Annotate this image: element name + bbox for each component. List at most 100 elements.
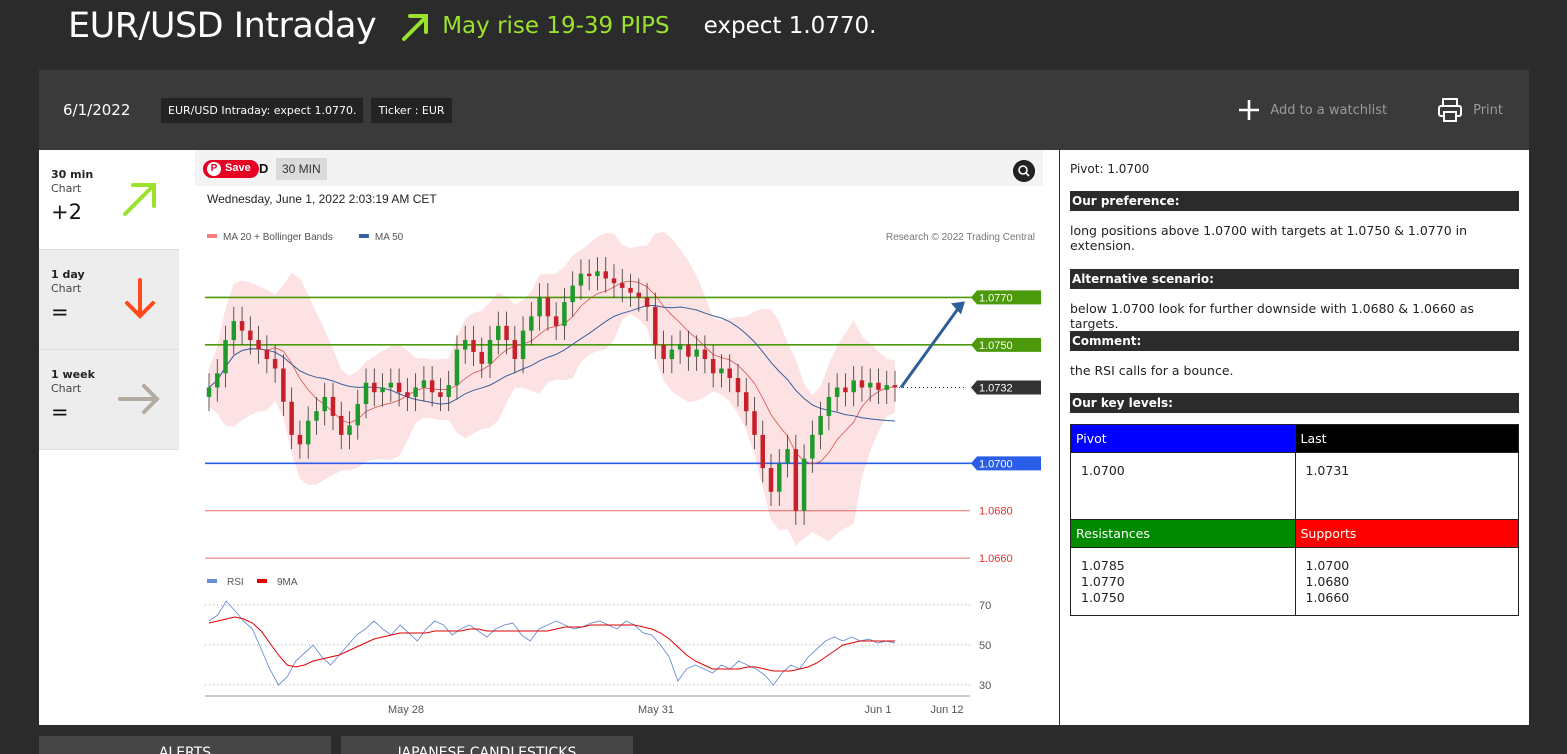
candle-body bbox=[760, 434, 766, 469]
candle-body bbox=[496, 325, 501, 341]
expect-target: expect 1.0770. bbox=[703, 13, 877, 39]
pivot-header: Pivot bbox=[1071, 425, 1295, 452]
candle-body bbox=[578, 273, 584, 286]
printer-icon bbox=[1438, 98, 1463, 122]
candle-body bbox=[256, 340, 261, 350]
candle-body bbox=[363, 382, 369, 405]
print-button[interactable]: Print bbox=[1437, 97, 1503, 123]
candle-body bbox=[768, 468, 774, 492]
sidebar-item-1day[interactable]: 1 day Chart = bbox=[39, 250, 179, 350]
candle-body bbox=[785, 449, 790, 464]
x-tick-label: May 31 bbox=[638, 704, 674, 716]
candle-body bbox=[504, 325, 509, 341]
candle-body bbox=[272, 359, 278, 369]
candle-body bbox=[661, 344, 666, 360]
chart-panel: P Save D 30 MIN Wednesday, June 1, 2022 … bbox=[179, 150, 1059, 725]
tab-alerts[interactable]: ALERTS bbox=[39, 736, 331, 754]
candle-body bbox=[628, 287, 633, 293]
candle-body bbox=[438, 392, 443, 397]
candle-body bbox=[471, 340, 476, 352]
page-title: EUR/USD Intraday bbox=[68, 6, 377, 46]
candle-body bbox=[677, 344, 683, 350]
level-label: 1.0770 bbox=[979, 292, 1013, 304]
supports-list: 1.0700 1.0680 1.0660 bbox=[1294, 547, 1518, 615]
comment-text: the RSI calls for a bounce. bbox=[1070, 363, 1234, 378]
chart-area: P Save D 30 MIN Wednesday, June 1, 2022 … bbox=[195, 150, 1043, 725]
candle-body bbox=[305, 420, 311, 445]
support-value: 1.0700 bbox=[1305, 558, 1350, 573]
analysis-panel: Pivot: 1.0700 Our preference: long posit… bbox=[1060, 150, 1529, 725]
candle-body bbox=[487, 340, 493, 364]
candle-body bbox=[851, 380, 856, 393]
score-value: = bbox=[51, 400, 69, 424]
level-label: 1.0700 bbox=[979, 458, 1013, 470]
arrow-right-icon bbox=[118, 384, 160, 414]
candle-body bbox=[429, 380, 435, 393]
candle-body bbox=[553, 316, 559, 326]
ticker-tag: Ticker : EUR bbox=[371, 97, 452, 123]
legend-swatch bbox=[207, 234, 217, 238]
sidebar-item-1week[interactable]: 1 week Chart = bbox=[39, 350, 179, 450]
candle-body bbox=[231, 321, 237, 341]
target-arrowhead bbox=[951, 301, 965, 315]
rsi-tick-label: 70 bbox=[979, 600, 991, 612]
resistances-header: Resistances bbox=[1071, 520, 1295, 547]
candle-body bbox=[529, 316, 534, 331]
candle-body bbox=[479, 351, 484, 364]
candle-body bbox=[264, 349, 270, 360]
candle-body bbox=[537, 297, 542, 317]
legend-entry: MA 20 + Bollinger Bands bbox=[223, 232, 333, 243]
bollinger-band bbox=[209, 231, 895, 546]
score-value: = bbox=[51, 300, 69, 324]
resistance-value: 1.0750 bbox=[1081, 590, 1125, 605]
legend-swatch bbox=[358, 234, 369, 238]
chart-label: Chart bbox=[51, 382, 82, 395]
plus-icon bbox=[1239, 100, 1260, 120]
candle-body bbox=[380, 387, 385, 393]
candle-body bbox=[793, 449, 799, 511]
period-label: 1 week bbox=[51, 368, 95, 381]
candle-body bbox=[727, 368, 732, 378]
candle-body bbox=[826, 396, 832, 416]
watchlist-label: Add to a watchlist bbox=[1270, 102, 1388, 118]
candle-body bbox=[843, 387, 848, 393]
candle-body bbox=[215, 373, 220, 388]
candle-body bbox=[620, 283, 625, 288]
legend-entry: MA 50 bbox=[375, 232, 404, 243]
candle-body bbox=[396, 382, 402, 393]
publish-date: 6/1/2022 bbox=[63, 101, 131, 119]
tab-japanese-candlesticks[interactable]: JAPANESE CANDLESTICKS bbox=[341, 736, 633, 754]
candle-body bbox=[702, 349, 708, 360]
target-arrow bbox=[899, 306, 961, 389]
comment-title: Comment: bbox=[1070, 331, 1519, 351]
supports-header: Supports bbox=[1294, 520, 1518, 547]
arrow-up-right-icon bbox=[123, 183, 156, 216]
candle-body bbox=[611, 278, 617, 284]
candle-body bbox=[281, 368, 286, 402]
candle-body bbox=[586, 273, 592, 277]
candle-body bbox=[289, 401, 294, 435]
add-to-watchlist-button[interactable]: Add to a watchlist bbox=[1238, 99, 1387, 121]
period-label: 30 min bbox=[51, 168, 94, 181]
support-value: 1.0660 bbox=[1305, 590, 1350, 605]
candle-body bbox=[719, 368, 724, 374]
candle-body bbox=[801, 458, 807, 511]
candle-body bbox=[347, 425, 352, 435]
rsi-line bbox=[208, 600, 896, 686]
candle-body bbox=[810, 434, 815, 459]
candle-body bbox=[595, 271, 600, 277]
candle-body bbox=[570, 285, 575, 303]
sidebar-item-30min[interactable]: 30 min Chart +2 bbox=[39, 150, 179, 250]
preference-title: Our preference: bbox=[1070, 191, 1519, 211]
candle-body bbox=[372, 382, 377, 393]
candle-body bbox=[248, 330, 253, 341]
candle-body bbox=[694, 349, 699, 357]
candle-body bbox=[834, 387, 840, 397]
candle-body bbox=[421, 380, 427, 388]
resistance-value: 1.0770 bbox=[1081, 574, 1125, 589]
candle-body bbox=[603, 271, 608, 279]
price-chart: MA 20 + Bollinger Bands MA 50 Research © 2… bbox=[205, 231, 1041, 716]
candle-body bbox=[669, 349, 675, 360]
pivot-line: Pivot: 1.0700 bbox=[1070, 162, 1150, 176]
candle-body bbox=[512, 340, 518, 360]
